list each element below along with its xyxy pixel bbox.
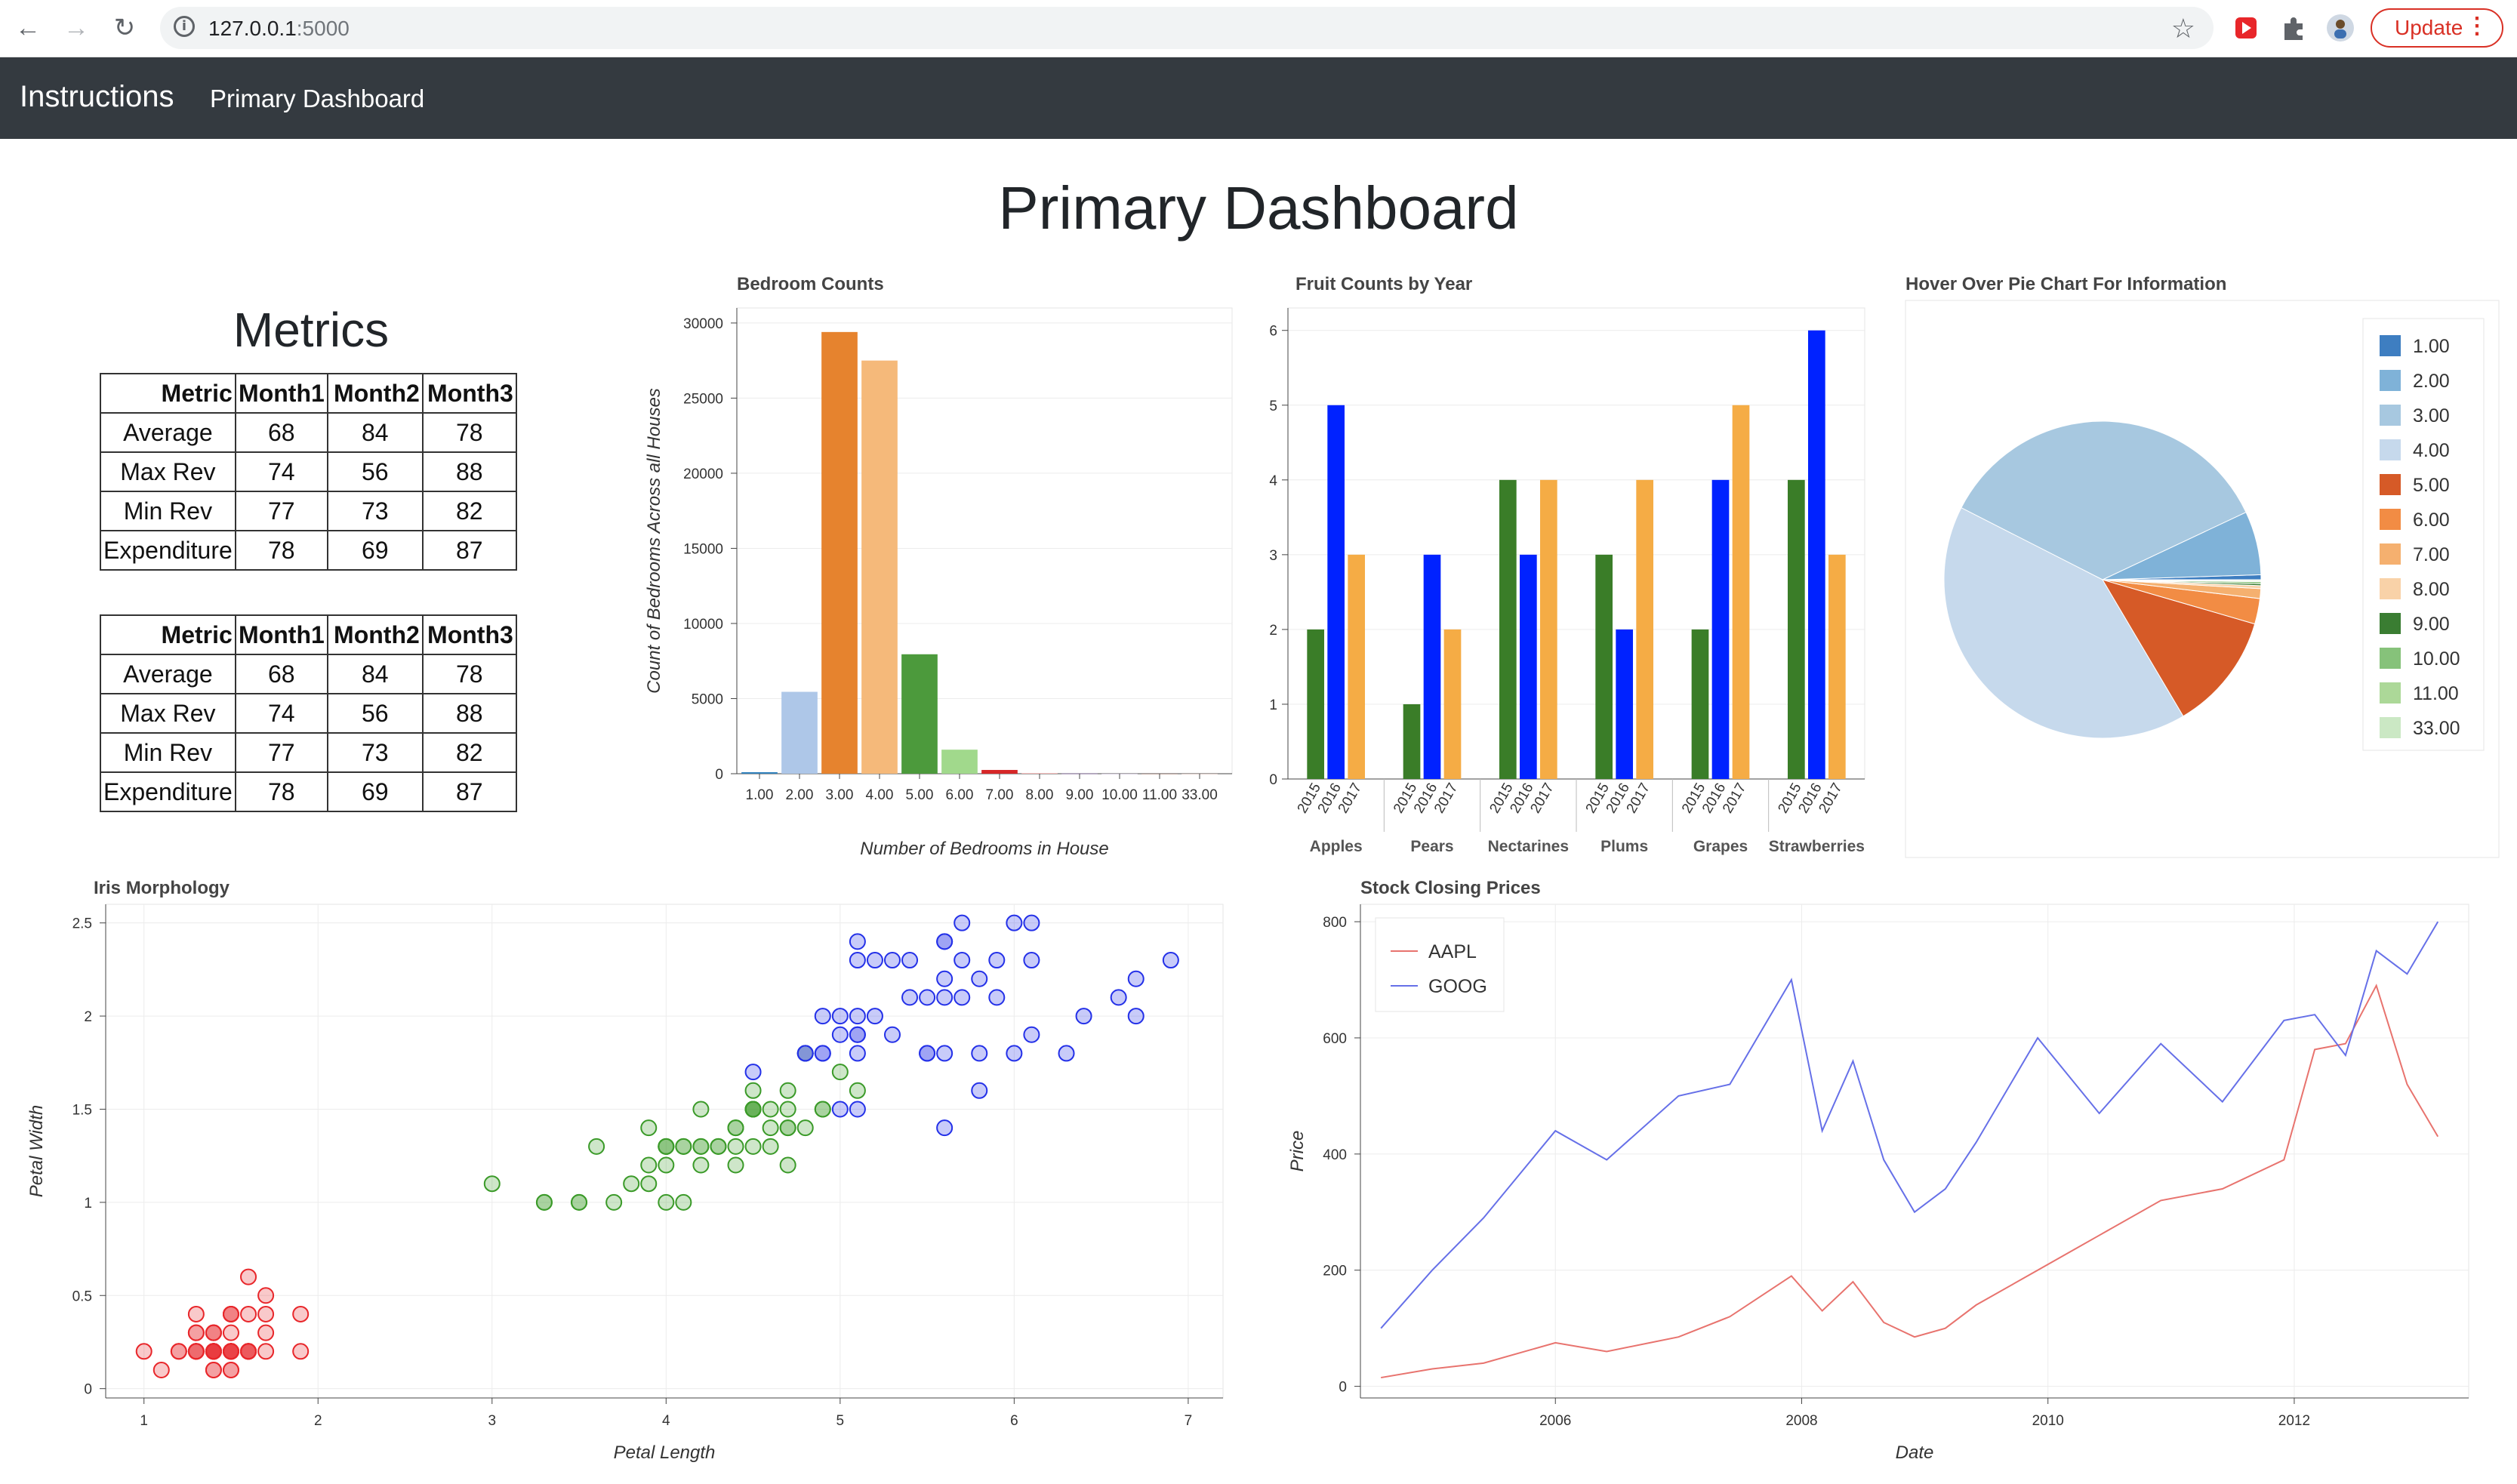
- y-tick-label: 15000: [683, 541, 723, 557]
- bar: [821, 331, 858, 774]
- x-tick-label: 5.00: [906, 787, 934, 803]
- y-tick-label: 25000: [683, 391, 723, 407]
- x-tick-label: 4.00: [866, 787, 894, 803]
- y-tick-label: 0: [715, 767, 723, 783]
- bedroom-counts-chart[interactable]: Bedroom Counts 0 5000 10000 15000 20000 25000 3…: [0, 0, 2517, 1484]
- x-tick-label: 2.00: [786, 787, 814, 803]
- bar: [981, 770, 1018, 774]
- bar: [901, 654, 938, 774]
- x-tick-label: 9.00: [1066, 787, 1094, 803]
- y-tick-label: 20000: [683, 466, 723, 482]
- bar: [781, 691, 818, 774]
- x-tick-label: 10.00: [1101, 787, 1138, 803]
- chart-title: Bedroom Counts: [737, 274, 884, 294]
- y-tick-label: 5000: [692, 691, 723, 707]
- x-tick-label: 8.00: [1026, 787, 1054, 803]
- bar: [861, 360, 898, 774]
- bar: [1021, 773, 1058, 774]
- y-tick-label: 30000: [683, 316, 723, 332]
- x-axis-label: Number of Bedrooms in House: [860, 839, 1108, 859]
- x-tick-label: 11.00: [1142, 787, 1177, 803]
- x-tick-label: 1.00: [746, 787, 774, 803]
- y-tick-label: 10000: [683, 617, 723, 633]
- x-tick-label: 6.00: [946, 787, 974, 803]
- x-tick-label: 7.00: [986, 787, 1014, 803]
- x-tick-label: 33.00: [1181, 787, 1218, 803]
- x-tick-label: 3.00: [826, 787, 854, 803]
- bar: [941, 750, 978, 774]
- bar: [741, 772, 778, 774]
- y-axis-label: Count of Bedrooms Across all Houses: [644, 388, 664, 694]
